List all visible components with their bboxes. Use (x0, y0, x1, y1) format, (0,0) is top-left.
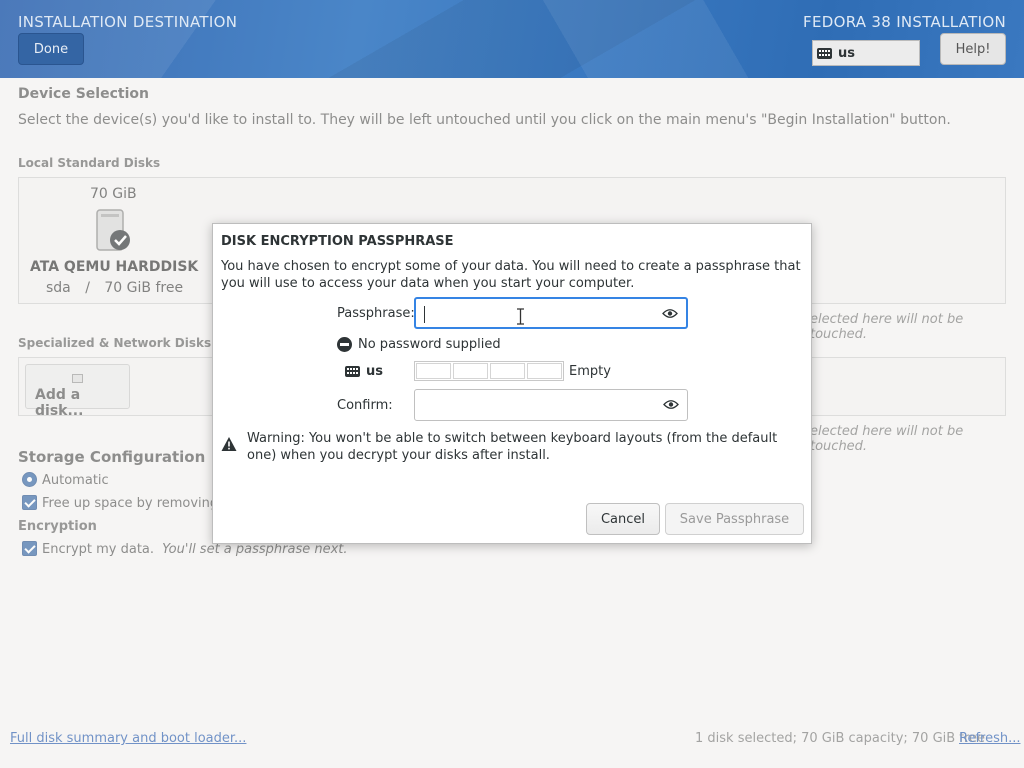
passphrase-strength-bar (414, 361, 564, 381)
strength-segment (490, 363, 525, 379)
show-confirm-icon[interactable] (663, 399, 679, 410)
page-title: INSTALLATION DESTINATION (18, 13, 238, 31)
passphrase-strength-text: No password supplied (358, 337, 501, 352)
dialog-keyboard-layout: us (345, 364, 383, 379)
cancel-button[interactable]: Cancel (586, 503, 660, 535)
show-passphrase-icon[interactable] (662, 308, 678, 319)
strength-segment (527, 363, 562, 379)
no-password-icon (337, 337, 352, 352)
passphrase-field[interactable] (414, 297, 688, 329)
passphrase-input[interactable] (424, 305, 654, 323)
strength-segment (453, 363, 488, 379)
keyboard-icon (817, 47, 832, 59)
confirm-field[interactable] (414, 389, 688, 421)
dialog-message: You have chosen to encrypt some of your … (221, 259, 801, 291)
keyboard-icon (345, 366, 360, 377)
header-background (0, 0, 1024, 78)
passphrase-label: Passphrase: (337, 306, 415, 321)
strength-level-text: Empty (569, 364, 611, 379)
keyboard-layout-label: us (838, 45, 855, 61)
keyboard-layout-indicator[interactable]: us (812, 40, 920, 66)
top-bar: INSTALLATION DESTINATION FEDORA 38 INSTA… (0, 0, 1024, 78)
warning-icon (221, 437, 237, 451)
text-caret (424, 306, 425, 323)
dialog-keyboard-layout-label: us (366, 364, 383, 379)
confirm-label: Confirm: (337, 398, 393, 413)
dialog-title: DISK ENCRYPTION PASSPHRASE (221, 234, 454, 249)
help-button[interactable]: Help! (940, 33, 1006, 65)
confirm-input[interactable] (423, 396, 653, 414)
keyboard-layout-warning: Warning: You won't be able to switch bet… (247, 431, 778, 463)
done-button[interactable]: Done (18, 33, 84, 65)
disk-encryption-dialog: DISK ENCRYPTION PASSPHRASE You have chos… (212, 223, 812, 544)
ibeam-cursor-icon (517, 308, 524, 325)
product-title: FEDORA 38 INSTALLATION (803, 13, 1006, 31)
save-passphrase-button[interactable]: Save Passphrase (665, 503, 804, 535)
strength-segment (416, 363, 451, 379)
